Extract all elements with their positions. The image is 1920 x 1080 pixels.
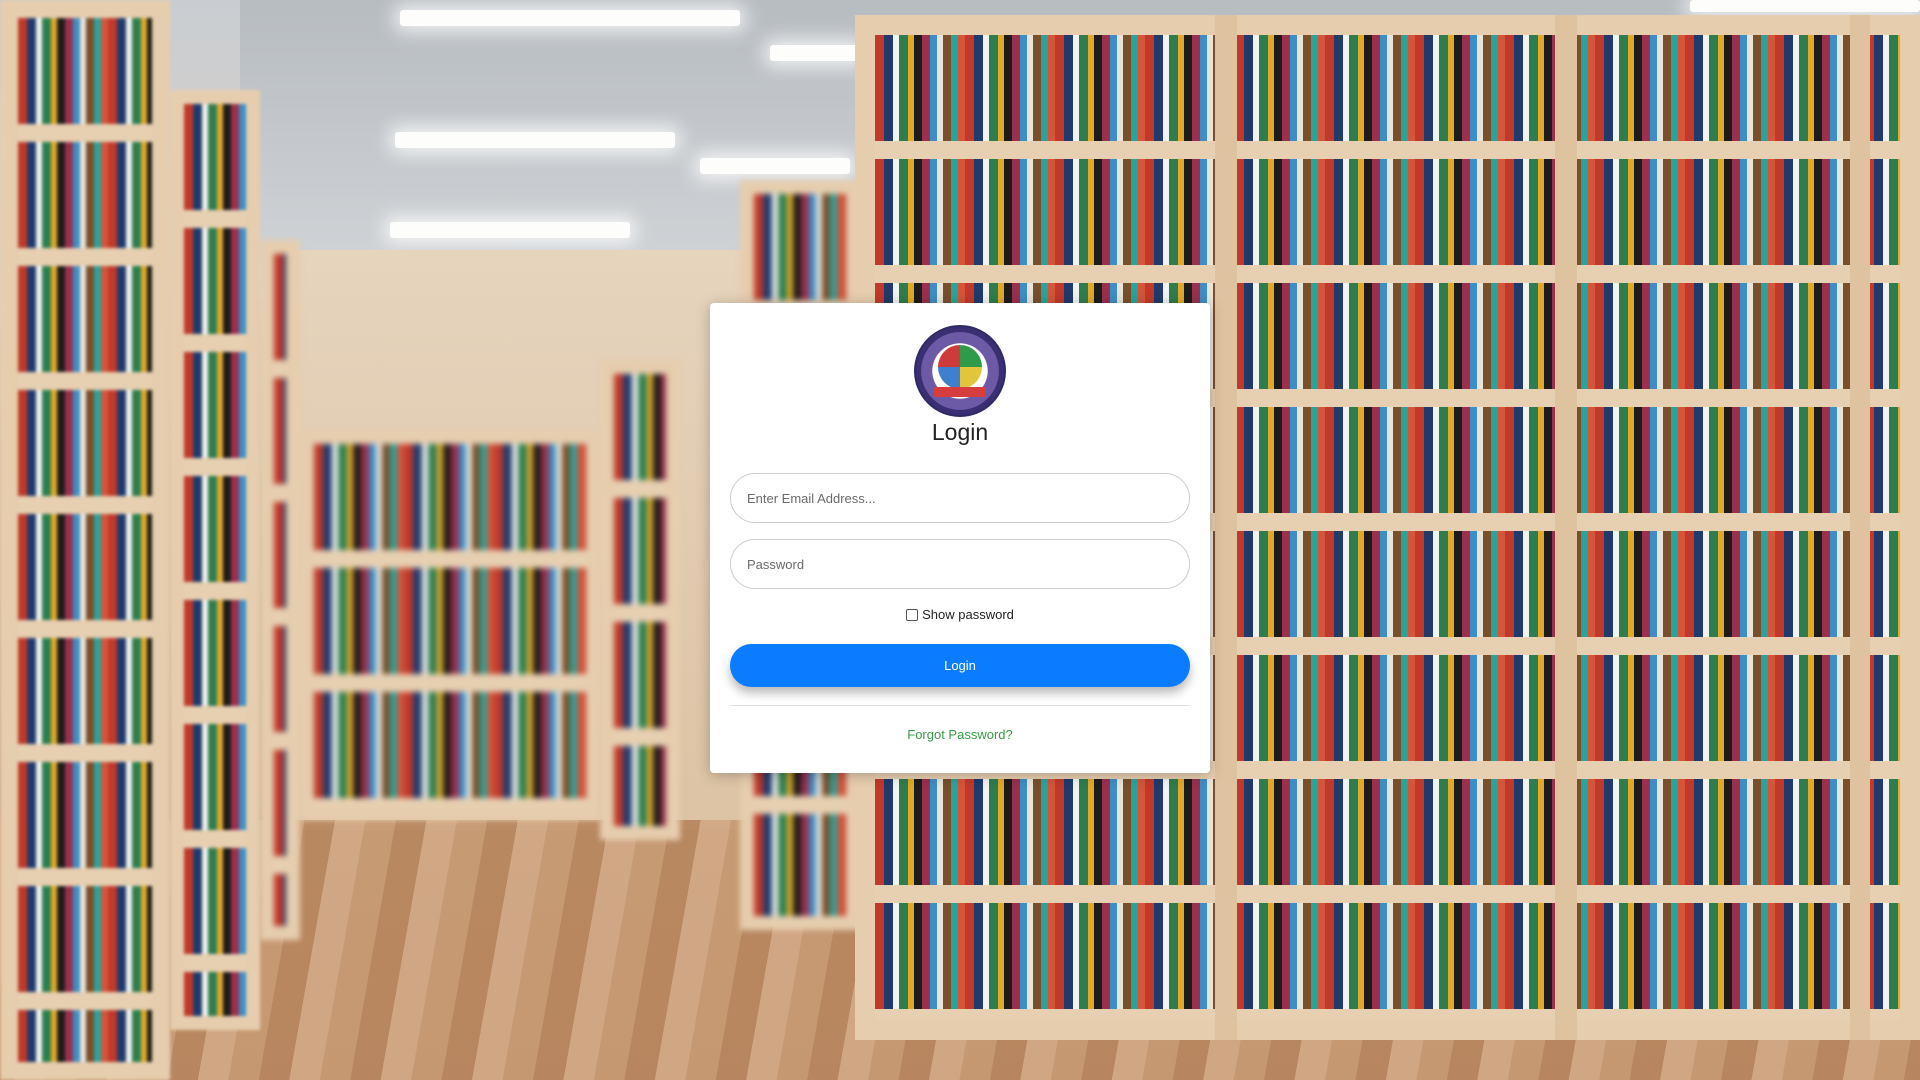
bookshelf [0, 0, 170, 1080]
login-button[interactable]: Login [730, 644, 1190, 687]
bookshelf [600, 360, 680, 840]
shelf-divider [1850, 15, 1870, 1040]
shelf-divider [1215, 15, 1237, 1040]
login-card: Login Show password Login Forgot Passwor… [710, 303, 1210, 773]
bookshelf [170, 90, 260, 1030]
shelf-divider [1555, 15, 1577, 1040]
ceiling-light [1690, 0, 1920, 12]
ceiling-light [390, 222, 630, 238]
show-password-label[interactable]: Show password [922, 607, 1014, 622]
crest-emblem-icon [938, 345, 982, 389]
school-crest-logo [914, 325, 1006, 417]
forgot-password-link[interactable]: Forgot Password? [730, 727, 1190, 742]
ceiling-light [395, 132, 675, 148]
bookshelf [300, 430, 600, 820]
ceiling-light [400, 10, 740, 26]
ceiling-light [770, 45, 860, 61]
show-password-row: Show password [730, 607, 1190, 622]
ceiling-light [700, 158, 850, 174]
crest-ribbon [934, 387, 986, 397]
bookshelf [260, 240, 300, 940]
email-field[interactable] [730, 473, 1190, 523]
page-title: Login [931, 419, 989, 445]
divider [730, 705, 1190, 706]
show-password-checkbox[interactable] [906, 608, 919, 621]
password-field[interactable] [730, 539, 1190, 589]
